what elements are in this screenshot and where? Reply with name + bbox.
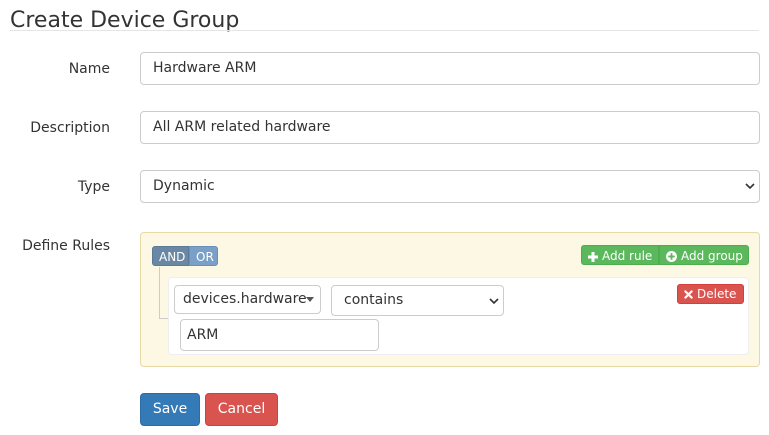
type-label: Type: [77, 179, 110, 195]
rule-operator-select[interactable]: contains: [331, 285, 504, 316]
rule-value-input[interactable]: ARM: [180, 319, 379, 351]
name-input[interactable]: Hardware ARM: [140, 52, 760, 85]
caret-down-icon: [306, 297, 314, 302]
rule-operator-value: contains: [344, 292, 404, 308]
page-title: Create Device Group: [10, 8, 240, 33]
chevron-down-icon: [745, 183, 755, 190]
rules-builder: AND OR Add rule Add group devices.hardwa…: [140, 232, 760, 367]
and-toggle-button[interactable]: AND: [152, 246, 189, 266]
chevron-down-icon: [489, 298, 499, 305]
add-rule-label: Add rule: [602, 249, 653, 263]
close-icon: [684, 290, 693, 299]
tree-connector-vertical: [159, 267, 160, 319]
rule-field-value: devices.hardware: [183, 291, 307, 307]
title-divider: [10, 30, 759, 31]
delete-rule-label: Delete: [697, 287, 737, 301]
define-rules-label: Define Rules: [22, 238, 110, 254]
description-label: Description: [30, 120, 110, 136]
add-rule-button[interactable]: Add rule: [581, 245, 659, 265]
plus-circle-icon: [666, 251, 677, 262]
rule-row: devices.hardware contains ARM Delete: [168, 277, 749, 355]
name-label: Name: [68, 61, 110, 77]
add-group-button[interactable]: Add group: [659, 245, 749, 265]
description-input[interactable]: All ARM related hardware: [140, 111, 760, 144]
type-select[interactable]: Dynamic: [140, 170, 760, 203]
rule-field-select[interactable]: devices.hardware: [174, 285, 321, 314]
or-toggle-button[interactable]: OR: [189, 246, 218, 266]
type-select-value: Dynamic: [153, 178, 215, 194]
cancel-button[interactable]: Cancel: [205, 393, 278, 426]
plus-icon: [588, 251, 598, 262]
save-button[interactable]: Save: [140, 393, 200, 426]
add-group-label: Add group: [681, 249, 743, 263]
delete-rule-button[interactable]: Delete: [677, 284, 744, 304]
